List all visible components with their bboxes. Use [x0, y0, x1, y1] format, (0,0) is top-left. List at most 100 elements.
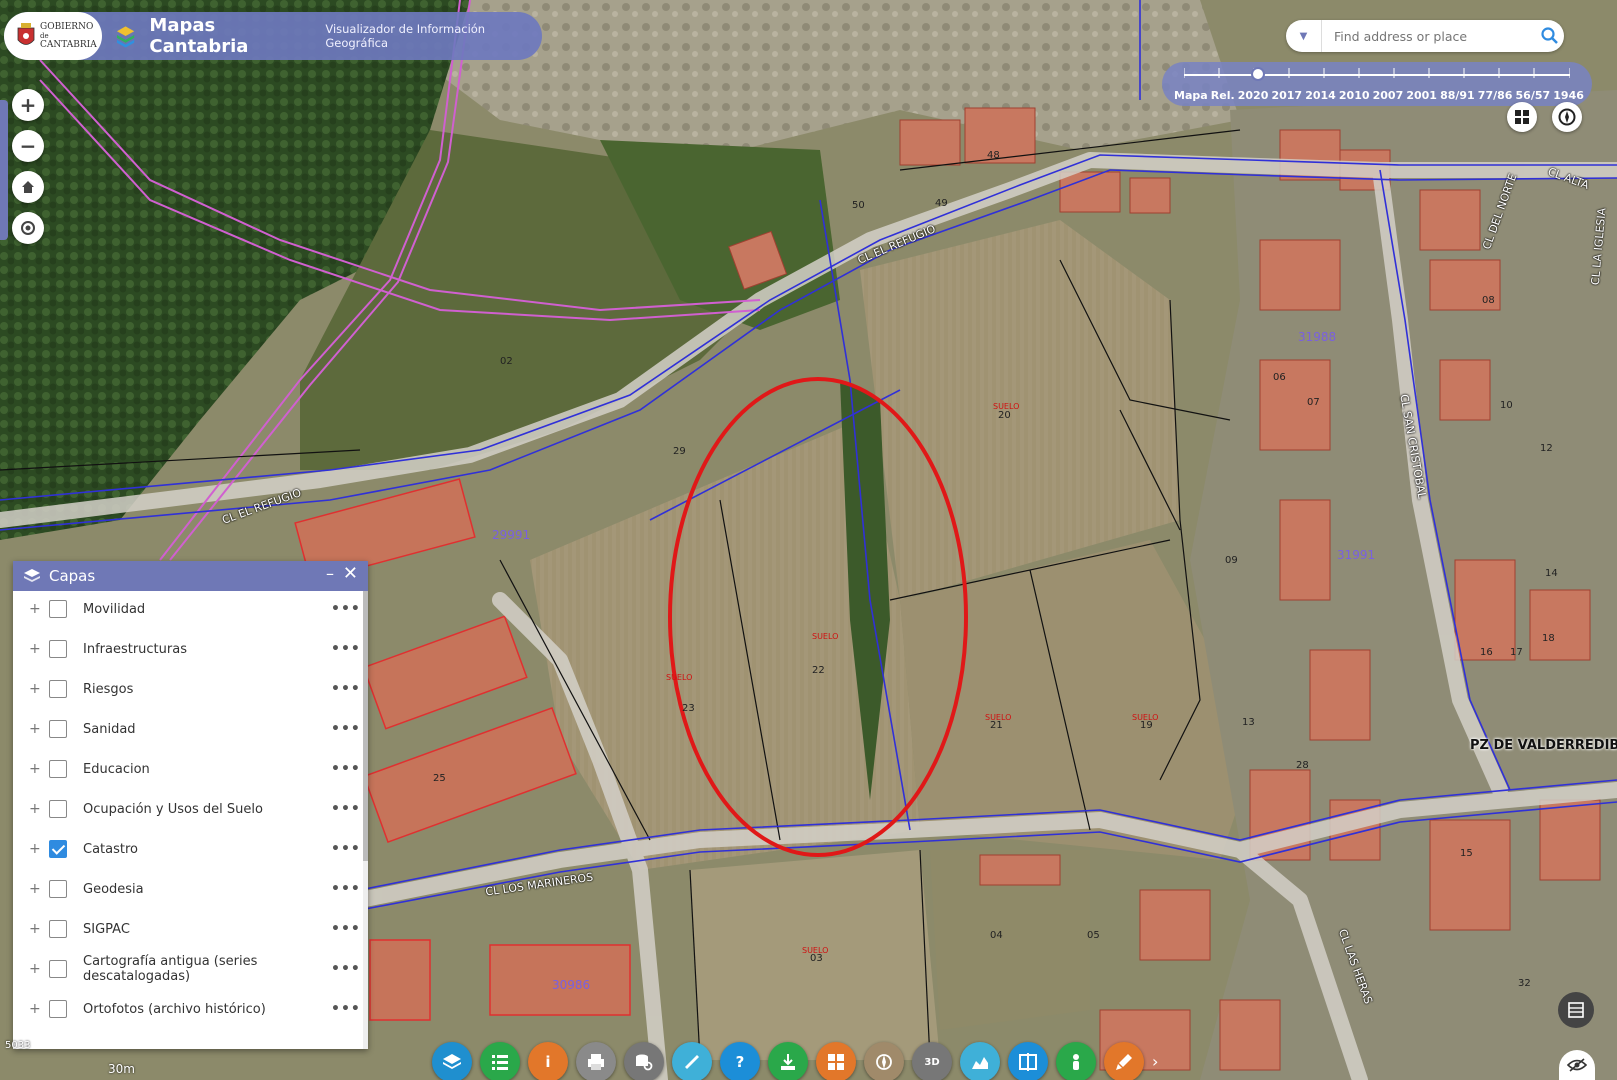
timeline-label[interactable]: Rel. — [1211, 89, 1235, 102]
layer-item-educacion[interactable]: + Educacion ••• — [13, 749, 363, 789]
minimize-button[interactable]: – — [326, 564, 334, 583]
layer-item-riesgos[interactable]: + Riesgos ••• — [13, 669, 363, 709]
expand-icon[interactable]: + — [29, 641, 41, 657]
layer-item-infraestructuras[interactable]: + Infraestructuras ••• — [13, 629, 363, 669]
layer-item-cartografia-antigua[interactable]: + Cartografía antigua (series descatalog… — [13, 949, 363, 989]
timeline-label[interactable]: 2014 — [1305, 89, 1336, 102]
gobierno-cantabria-logo[interactable]: GOBIERNO de CANTABRIA — [4, 12, 103, 60]
query-tool-button[interactable] — [624, 1042, 664, 1080]
layer-label: Infraestructuras — [83, 641, 187, 657]
expand-icon[interactable]: + — [29, 721, 41, 737]
more-options-icon[interactable]: ••• — [331, 1001, 361, 1017]
download-tool-button[interactable] — [768, 1042, 808, 1080]
toolbar-next-arrow[interactable]: › — [1152, 1052, 1158, 1071]
attribute-table-button[interactable] — [1558, 992, 1594, 1028]
layer-checkbox[interactable] — [49, 960, 67, 978]
zoom-out-button[interactable]: − — [12, 130, 44, 162]
side-panel-tab[interactable] — [0, 100, 8, 240]
layer-checkbox[interactable] — [49, 1000, 67, 1018]
locate-button[interactable] — [12, 212, 44, 244]
help-tool-button[interactable]: ? — [720, 1042, 760, 1080]
layer-item-ortofotos-historico[interactable]: + Ortofotos (archivo histórico) ••• — [13, 989, 363, 1029]
layer-checkbox[interactable] — [49, 600, 67, 618]
layer-item-catastro[interactable]: + Catastro ••• — [13, 829, 363, 869]
expand-icon[interactable]: + — [29, 761, 41, 777]
compass-button[interactable] — [1552, 102, 1582, 132]
search-input[interactable] — [1334, 28, 1534, 44]
layer-checkbox[interactable] — [49, 800, 67, 818]
expand-icon[interactable]: + — [29, 881, 41, 897]
more-options-icon[interactable]: ••• — [331, 961, 361, 977]
layer-item-ocupacion-suelo[interactable]: + Ocupación y Usos del Suelo ••• — [13, 789, 363, 829]
search-icon[interactable] — [1540, 26, 1560, 46]
expand-icon[interactable]: + — [29, 801, 41, 817]
profile-tool-button[interactable] — [960, 1042, 1000, 1080]
expand-icon[interactable]: + — [29, 921, 41, 937]
grid-tool-button[interactable] — [816, 1042, 856, 1080]
zoom-in-button[interactable]: + — [12, 89, 44, 121]
compass-tool-button[interactable] — [864, 1042, 904, 1080]
layer-label: Cartografía antigua (series descatalogad… — [83, 954, 258, 984]
layers-panel-header[interactable]: Capas – ✕ — [13, 561, 368, 591]
suelo-label: SUELO — [1132, 713, 1159, 722]
expand-icon[interactable]: + — [29, 1001, 41, 1017]
layer-checkbox[interactable] — [49, 920, 67, 938]
timeline-label[interactable]: 77/86 — [1478, 89, 1513, 102]
expand-icon[interactable]: + — [29, 681, 41, 697]
parcel-number: 14 — [1545, 568, 1558, 579]
more-options-icon[interactable]: ••• — [331, 681, 361, 697]
more-options-icon[interactable]: ••• — [331, 601, 361, 617]
parcel-number: 04 — [990, 930, 1003, 941]
layer-item-geodesia[interactable]: + Geodesia ••• — [13, 869, 363, 909]
legend-tool-button[interactable] — [480, 1042, 520, 1080]
basemap-gallery-button[interactable] — [1507, 102, 1537, 132]
draw-tool-button[interactable] — [1104, 1042, 1144, 1080]
suelo-label: SUELO — [812, 632, 839, 641]
timeline-label[interactable]: 1946 — [1553, 89, 1584, 102]
more-options-icon[interactable]: ••• — [331, 921, 361, 937]
layers-panel: Capas – ✕ + Movilidad ••• + Infraestructu… — [13, 561, 368, 1049]
info-tool-button[interactable]: i — [528, 1042, 568, 1080]
timeline-label[interactable]: 56/57 — [1516, 89, 1551, 102]
home-button[interactable] — [12, 171, 44, 203]
streetview-tool-button[interactable] — [1056, 1042, 1096, 1080]
more-options-icon[interactable]: ••• — [331, 881, 361, 897]
layer-checkbox[interactable] — [49, 720, 67, 738]
layer-checkbox-checked[interactable] — [49, 840, 67, 858]
close-button[interactable]: ✕ — [343, 563, 358, 584]
layer-item-movilidad[interactable]: + Movilidad ••• — [13, 589, 363, 629]
swipe-tool-button[interactable] — [1008, 1042, 1048, 1080]
layer-item-sigpac[interactable]: + SIGPAC ••• — [13, 909, 363, 949]
timeline-label[interactable]: 2020 — [1238, 89, 1269, 102]
timeline-label[interactable]: 2001 — [1406, 89, 1437, 102]
more-options-icon[interactable]: ••• — [331, 641, 361, 657]
layer-checkbox[interactable] — [49, 680, 67, 698]
parcel-number: 18 — [1542, 633, 1555, 644]
timeline-label[interactable]: 2017 — [1271, 89, 1302, 102]
search-source-dropdown[interactable]: ▼ — [1286, 20, 1322, 52]
more-options-icon[interactable]: ••• — [331, 721, 361, 737]
expand-icon[interactable]: + — [29, 841, 41, 857]
layer-checkbox[interactable] — [49, 880, 67, 898]
layer-item-sanidad[interactable]: + Sanidad ••• — [13, 709, 363, 749]
layer-checkbox[interactable] — [49, 640, 67, 658]
more-options-icon[interactable]: ••• — [331, 761, 361, 777]
block-id: 29991 — [492, 528, 531, 542]
layers-scrollbar[interactable] — [363, 591, 368, 1049]
toggle-visibility-button[interactable] — [1559, 1050, 1595, 1080]
timeline-label[interactable]: 88/91 — [1440, 89, 1475, 102]
expand-icon[interactable]: + — [29, 601, 41, 617]
layers-tool-button[interactable] — [432, 1042, 472, 1080]
timeline-label[interactable]: 2007 — [1373, 89, 1404, 102]
timeline-label[interactable]: 2010 — [1339, 89, 1370, 102]
timeline-label[interactable]: Mapa — [1174, 89, 1208, 102]
scrollbar-thumb[interactable] — [363, 591, 368, 861]
expand-icon[interactable]: + — [29, 961, 41, 977]
print-tool-button[interactable] — [576, 1042, 616, 1080]
more-options-icon[interactable]: ••• — [331, 841, 361, 857]
timeline-handle[interactable] — [1251, 67, 1265, 81]
measure-tool-button[interactable] — [672, 1042, 712, 1080]
3d-tool-button[interactable]: 3D — [912, 1042, 952, 1080]
more-options-icon[interactable]: ••• — [331, 801, 361, 817]
layer-checkbox[interactable] — [49, 760, 67, 778]
